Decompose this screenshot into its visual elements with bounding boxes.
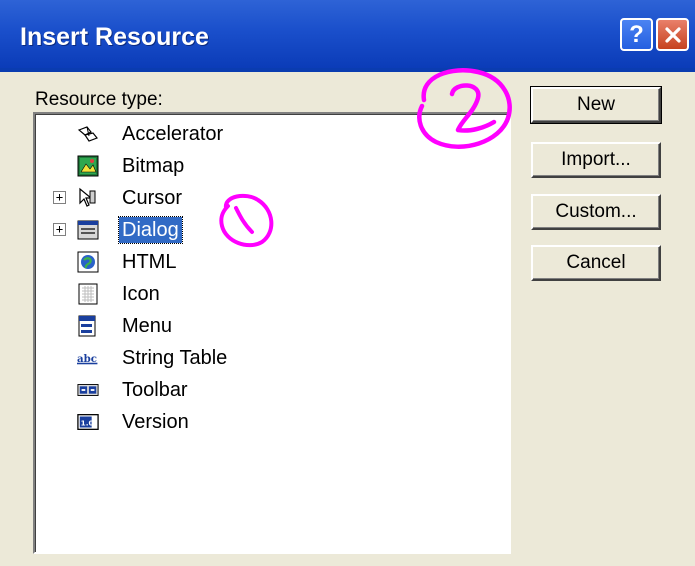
accelerator-icon xyxy=(77,123,99,145)
toolbar-icon xyxy=(77,379,99,401)
list-item-version[interactable]: 1.0 Version xyxy=(35,408,505,436)
window-title: Insert Resource xyxy=(20,23,209,51)
help-button[interactable]: ? xyxy=(620,18,653,51)
string-table-icon: abc xyxy=(77,347,99,369)
list-item-html[interactable]: HTML xyxy=(35,248,505,276)
title-bar[interactable]: Insert Resource ? xyxy=(0,0,695,68)
resource-type-list[interactable]: Accelerator Bitmap + Cursor + Dialog HTM… xyxy=(33,112,511,554)
close-icon xyxy=(664,26,681,43)
list-item-label: Version xyxy=(122,411,189,433)
svg-text:1.0: 1.0 xyxy=(81,419,94,428)
version-icon: 1.0 xyxy=(77,411,99,433)
close-button[interactable] xyxy=(656,18,689,51)
menu-icon xyxy=(77,315,99,337)
list-item-toolbar[interactable]: Toolbar xyxy=(35,376,505,404)
list-item-menu[interactable]: Menu xyxy=(35,312,505,340)
list-item-cursor[interactable]: + Cursor xyxy=(35,184,505,212)
list-item-bitmap[interactable]: Bitmap xyxy=(35,152,505,180)
expand-icon[interactable]: + xyxy=(53,191,66,204)
list-item-label: Menu xyxy=(122,315,173,337)
question-mark-icon: ? xyxy=(629,20,644,48)
custom-button[interactable]: Custom... xyxy=(531,194,661,230)
list-item-icon[interactable]: Icon xyxy=(35,280,505,308)
bitmap-icon xyxy=(77,155,99,177)
list-item-label: Accelerator xyxy=(122,123,224,145)
list-item-label: Bitmap xyxy=(122,155,185,177)
list-item-dialog[interactable]: + Dialog xyxy=(35,216,505,244)
list-item-string-table[interactable]: abc String Table xyxy=(35,344,505,372)
import-button[interactable]: Import... xyxy=(531,142,661,178)
expand-icon[interactable]: + xyxy=(53,223,66,236)
dialog-icon xyxy=(77,219,99,241)
title-bar-edge xyxy=(0,68,695,72)
new-button[interactable]: New xyxy=(530,86,662,124)
list-item-label: HTML xyxy=(122,251,177,273)
list-item-label: Icon xyxy=(122,283,160,305)
resource-type-label: Resource type: xyxy=(35,89,163,110)
cancel-button[interactable]: Cancel xyxy=(531,245,661,281)
cursor-icon xyxy=(77,187,99,209)
list-item-label: Toolbar xyxy=(122,379,188,401)
list-item-label: Cursor xyxy=(122,187,183,209)
list-item-label: String Table xyxy=(122,347,228,369)
list-item-accelerator[interactable]: Accelerator xyxy=(35,120,505,148)
icon-resource-icon xyxy=(77,283,99,305)
list-item-label: Dialog xyxy=(118,216,183,244)
html-icon xyxy=(77,251,99,273)
